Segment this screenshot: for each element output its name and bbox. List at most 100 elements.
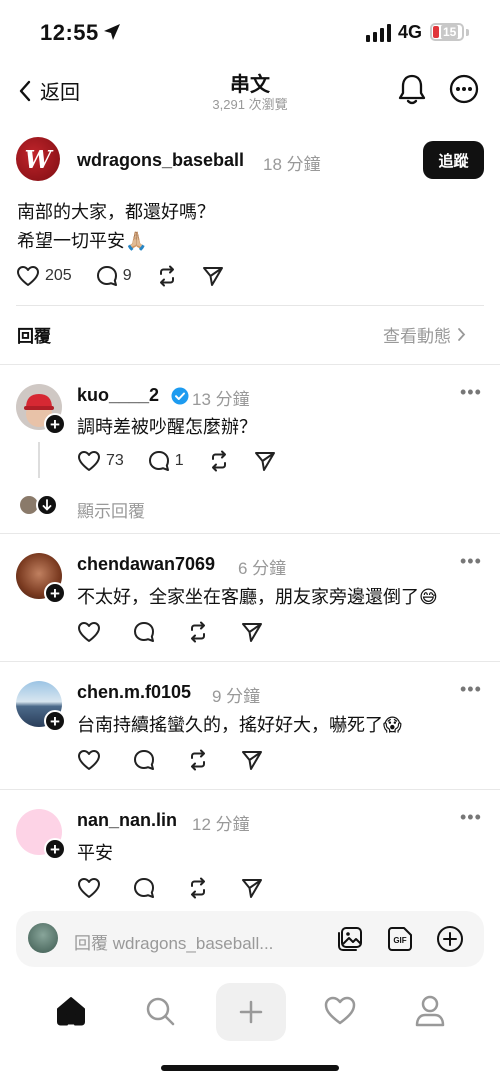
comment-actions: 73 1 [77, 450, 300, 472]
comment-time: 13 分鐘 [192, 390, 250, 409]
comment-icon [134, 750, 154, 770]
bell-icon[interactable] [397, 73, 427, 105]
replies-title: 回覆 [17, 327, 51, 346]
repost-button[interactable] [187, 749, 209, 771]
home-icon[interactable] [54, 996, 88, 1026]
plus-icon [239, 1000, 263, 1024]
status-bar: 12:55 4G 15 [0, 0, 500, 64]
repost-icon [191, 877, 205, 899]
follow-plus-icon[interactable]: + [44, 838, 66, 860]
image-icon[interactable] [336, 925, 364, 953]
like-count: 205 [45, 267, 72, 284]
location-arrow-icon [104, 24, 120, 40]
comment-button[interactable] [133, 749, 155, 771]
share-button[interactable] [241, 749, 263, 771]
comment-icon [134, 622, 154, 642]
comment-time: 9 分鐘 [212, 687, 261, 706]
comment-username[interactable]: chen.m.f0105 [77, 682, 191, 703]
comment-text: 台南持續搖蠻久的，搖好好大，嚇死了😱 [77, 715, 402, 735]
share-button[interactable] [254, 450, 276, 472]
avatar[interactable]: W [16, 137, 60, 181]
more-icon[interactable] [449, 74, 479, 104]
share-button[interactable] [241, 621, 263, 643]
tab-bar [0, 983, 500, 1047]
battery-tip [466, 29, 469, 36]
like-button[interactable] [77, 621, 101, 643]
reply-input[interactable]: 回覆 wdragons_baseball... [74, 929, 273, 954]
status-time: 12:55 [40, 20, 99, 45]
comment-button[interactable]: 9 [96, 265, 132, 287]
profile-icon[interactable] [414, 994, 446, 1028]
activity-heart-icon[interactable] [324, 996, 356, 1026]
divider [0, 789, 500, 790]
view-activity-label: 查看動態 [383, 327, 451, 346]
add-circle-icon[interactable] [436, 925, 464, 953]
pray-emoji: 🙏🏼 [125, 231, 148, 251]
share-icon [254, 452, 275, 471]
like-button[interactable] [77, 749, 101, 771]
comment-username[interactable]: chendawan7069 [77, 554, 215, 575]
create-button[interactable] [216, 983, 286, 1041]
repost-button[interactable] [187, 621, 209, 643]
repost-button[interactable] [208, 450, 230, 472]
divider [0, 533, 500, 534]
comment-icon [134, 878, 154, 898]
share-button[interactable] [241, 877, 263, 899]
heart-icon [17, 266, 39, 286]
comment-time: 6 分鐘 [238, 559, 287, 578]
search-icon[interactable] [144, 995, 176, 1027]
share-button[interactable] [202, 265, 224, 287]
comment-button[interactable] [133, 621, 155, 643]
post-username[interactable]: wdragons_baseball [77, 150, 244, 171]
comment-button[interactable]: 1 [148, 450, 184, 472]
comment-text: 調時差被吵醒怎麼辦？ [77, 417, 257, 437]
avatar [28, 923, 58, 953]
share-icon [242, 751, 262, 770]
heart-icon [78, 451, 100, 471]
follow-plus-icon[interactable]: + [44, 582, 66, 604]
heart-icon [78, 750, 100, 770]
network-label: 4G [398, 22, 423, 42]
repost-icon [159, 265, 174, 287]
verified-badge-icon [171, 387, 189, 405]
repost-button[interactable] [156, 265, 178, 287]
follow-plus-icon[interactable]: + [44, 710, 66, 732]
comment-username[interactable]: kuo____2 [77, 385, 159, 406]
post-text: 南部的大家，都還好嗎？ 希望一切平安🙏🏼 [17, 198, 215, 256]
logo-w-icon: W [24, 144, 52, 174]
comment-text: 平安 [77, 843, 113, 863]
like-button[interactable] [77, 877, 101, 899]
gif-icon[interactable]: GIF [386, 925, 414, 953]
post-line-1: 南部的大家，都還好嗎？ [17, 202, 215, 222]
battery-level: 15 [441, 25, 459, 39]
more-icon[interactable]: ••• [460, 679, 482, 700]
repost-icon [211, 450, 226, 472]
like-button[interactable]: 73 [77, 450, 124, 472]
svg-text:GIF: GIF [393, 936, 406, 945]
comment-actions [77, 877, 287, 899]
view-activity-link[interactable]: 查看動態 [383, 322, 466, 347]
nav-bar: 返回 串文 3,291 次瀏覽 [0, 64, 500, 120]
repost-icon [191, 749, 205, 771]
post-line-2: 希望一切平安 [17, 231, 125, 251]
show-replies-link[interactable]: 顯示回覆 [77, 497, 145, 522]
follow-button[interactable]: 追蹤 [423, 141, 484, 179]
more-icon[interactable]: ••• [460, 807, 482, 828]
repost-button[interactable] [187, 877, 209, 899]
repost-icon [191, 621, 205, 643]
reply-composer[interactable]: 回覆 wdragons_baseball... GIF [16, 911, 484, 967]
share-icon [242, 879, 262, 898]
follow-plus-icon[interactable]: + [44, 413, 66, 435]
comment-count: 9 [122, 267, 132, 284]
divider [16, 305, 484, 306]
post-time: 18 分鐘 [263, 155, 321, 174]
comment-button[interactable] [133, 877, 155, 899]
more-icon[interactable]: ••• [460, 382, 482, 403]
comment-username[interactable]: nan_nan.lin [77, 810, 177, 831]
more-icon[interactable]: ••• [460, 551, 482, 572]
like-button[interactable]: 205 [16, 265, 72, 287]
comment-time: 12 分鐘 [192, 815, 250, 834]
comment-icon [148, 451, 169, 471]
heart-icon [78, 878, 100, 898]
reply-count: 1 [174, 452, 184, 469]
